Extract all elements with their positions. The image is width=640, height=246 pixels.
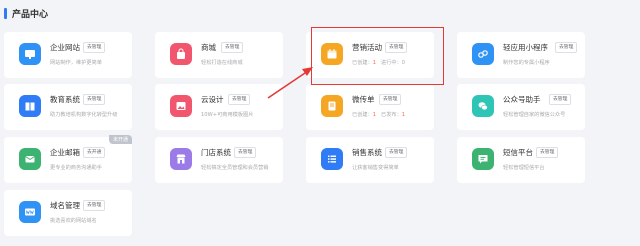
not-activated-badge: 未开通 bbox=[108, 135, 132, 144]
wechat-icon bbox=[472, 95, 494, 117]
product-name: 企业邮箱 bbox=[50, 148, 80, 157]
section-marker bbox=[4, 7, 7, 19]
manage-button[interactable]: 去管理 bbox=[379, 94, 402, 105]
calendar-icon bbox=[321, 43, 343, 65]
flyer-icon bbox=[321, 95, 343, 117]
manage-button[interactable]: 去管理 bbox=[221, 42, 244, 53]
product-stats: 已创建：1 进行中：0 bbox=[352, 59, 405, 66]
product-card-education[interactable]: 教育系统 去管理 助力教培机构数字化转型升级 bbox=[4, 84, 132, 130]
manage-button[interactable]: 去管理 bbox=[536, 147, 559, 158]
product-name: 轻应用小程序 bbox=[503, 43, 548, 52]
product-description: 更专业的商务沟通助手 bbox=[50, 165, 102, 171]
created-label: 已创建： bbox=[352, 60, 373, 66]
product-card-cloud-design[interactable]: 云设计 去管理 10W+可商用模板图片 bbox=[155, 84, 283, 130]
product-name: 公众号助手 bbox=[503, 95, 541, 104]
shopping-bag-icon bbox=[170, 43, 192, 65]
manage-button[interactable]: 去管理 bbox=[83, 42, 106, 53]
manage-button[interactable]: 去管理 bbox=[385, 42, 408, 53]
www-icon bbox=[19, 201, 41, 223]
product-card-mall[interactable]: 商城 去管理 轻松打造在线商城 bbox=[155, 32, 283, 78]
product-description: 10W+可商用模板图片 bbox=[201, 112, 254, 118]
manage-button[interactable]: 去管理 bbox=[385, 147, 408, 158]
product-card-sales-system[interactable]: 销售系统 去管理 让获客销售变得简单 bbox=[306, 137, 434, 183]
product-description: 轻松搞定全员管理和会员营销 bbox=[201, 165, 269, 171]
manage-button[interactable]: 去管理 bbox=[83, 94, 106, 105]
book-icon bbox=[19, 95, 41, 117]
running-label: 进行中： bbox=[381, 60, 402, 66]
image-icon bbox=[170, 95, 192, 117]
product-description: 轻松管理短信平台 bbox=[503, 165, 545, 171]
product-card-wechat-assistant[interactable]: 公众号助手 去管理 轻松管理自家的微信公众号 bbox=[457, 84, 585, 130]
product-name: 云设计 bbox=[201, 95, 224, 104]
product-card-flyer[interactable]: 微传单 去管理 已创建：1 已发布：1 bbox=[306, 84, 434, 130]
product-description: 让获客销售变得简单 bbox=[352, 165, 399, 171]
product-name: 商城 bbox=[201, 43, 216, 52]
section-title: 产品中心 bbox=[12, 9, 49, 20]
product-name: 营销活动 bbox=[352, 43, 382, 52]
manage-button[interactable]: 去管理 bbox=[549, 94, 572, 105]
product-name: 教育系统 bbox=[50, 95, 80, 104]
created-count: 1 bbox=[372, 112, 377, 118]
store-icon bbox=[170, 148, 192, 170]
product-name: 微传单 bbox=[352, 95, 375, 104]
list-icon bbox=[321, 148, 343, 170]
product-card-marketing[interactable]: 营销活动 去管理 已创建：1 进行中：0 bbox=[306, 32, 434, 78]
product-name: 销售系统 bbox=[352, 148, 382, 157]
manage-button[interactable]: 去管理 bbox=[83, 200, 106, 211]
product-card-mini-program[interactable]: 轻应用小程序 去管理 制作您的专属小程序 bbox=[457, 32, 585, 78]
product-card-website[interactable]: 企业网站 去管理 网站制作，维护更简单 bbox=[4, 32, 132, 78]
published-count: 1 bbox=[401, 112, 406, 118]
product-name: 门店系统 bbox=[201, 148, 231, 157]
manage-button[interactable]: 去管理 bbox=[228, 94, 251, 105]
product-card-store-system[interactable]: 门店系统 去管理 轻松搞定全员管理和会员营销 bbox=[155, 137, 283, 183]
product-description: 挑选喜欢的网站域名 bbox=[50, 218, 97, 224]
product-description: 轻松打造在线商城 bbox=[201, 60, 243, 66]
monitor-icon bbox=[19, 43, 41, 65]
product-card-sms-platform[interactable]: 短信平台 去管理 轻松管理短信平台 bbox=[457, 137, 585, 183]
product-stats: 已创建：1 已发布：1 bbox=[352, 111, 405, 118]
product-card-enterprise-mail[interactable]: 未开通 企业邮箱 去开通 更专业的商务沟通助手 bbox=[4, 135, 132, 183]
manage-button[interactable]: 去管理 bbox=[555, 42, 578, 53]
published-label: 已发布： bbox=[381, 112, 402, 118]
product-description: 制作您的专属小程序 bbox=[503, 60, 550, 66]
product-description: 助力教培机构数字化转型升级 bbox=[50, 112, 118, 118]
product-name: 企业网站 bbox=[50, 43, 80, 52]
product-description: 轻松管理自家的微信公众号 bbox=[503, 112, 566, 118]
created-label: 已创建： bbox=[352, 112, 373, 118]
section-header: 产品中心 bbox=[0, 0, 640, 26]
mail-icon bbox=[19, 148, 41, 170]
product-name: 域名管理 bbox=[50, 201, 80, 210]
product-description: 网站制作，维护更简单 bbox=[50, 60, 102, 66]
running-count: 0 bbox=[401, 60, 406, 66]
mini-program-icon bbox=[472, 43, 494, 65]
activate-button[interactable]: 去开通 bbox=[83, 147, 106, 158]
product-card-domain-management[interactable]: 域名管理 去管理 挑选喜欢的网站域名 bbox=[4, 190, 132, 236]
product-name: 短信平台 bbox=[503, 148, 533, 157]
manage-button[interactable]: 去管理 bbox=[234, 147, 257, 158]
message-icon bbox=[472, 148, 494, 170]
created-count: 1 bbox=[372, 60, 377, 66]
